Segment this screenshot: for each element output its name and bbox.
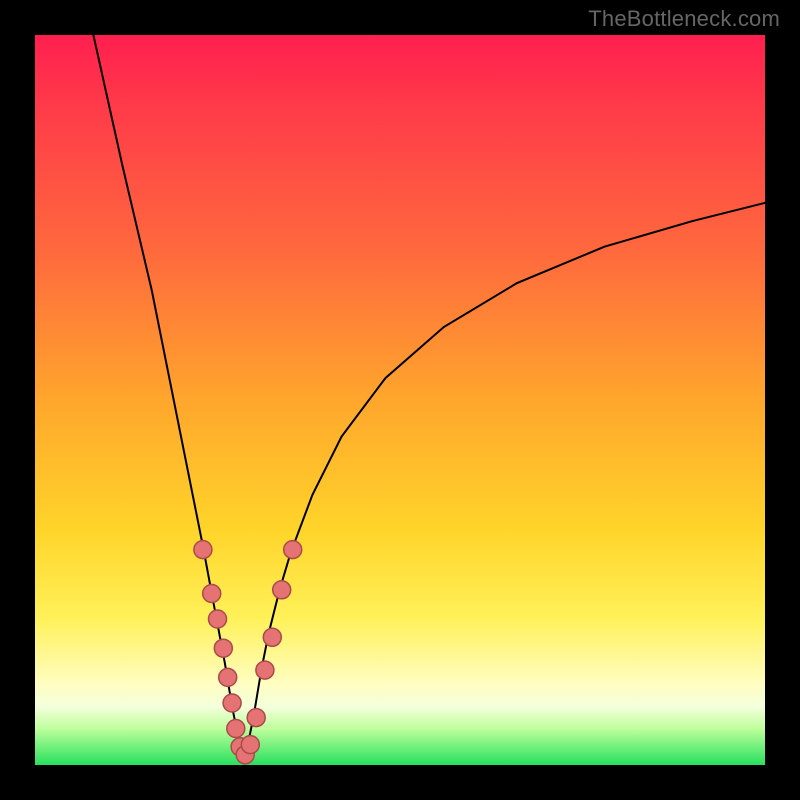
marker-dot <box>284 541 302 559</box>
marker-dot <box>263 628 281 646</box>
marker-dot <box>219 668 237 686</box>
marker-dot <box>273 581 291 599</box>
watermark-text: TheBottleneck.com <box>588 6 780 32</box>
marker-dot <box>209 610 227 628</box>
plot-area <box>35 35 765 765</box>
chart-frame: TheBottleneck.com <box>0 0 800 800</box>
marker-dot <box>227 720 245 738</box>
marker-dot <box>203 585 221 603</box>
marker-dot <box>194 541 212 559</box>
marker-dot <box>214 639 232 657</box>
marker-dot <box>241 736 259 754</box>
curve-svg <box>35 35 765 765</box>
marker-dot <box>256 661 274 679</box>
marker-dot <box>223 694 241 712</box>
bottleneck-curve <box>93 35 765 754</box>
marker-dots-group <box>194 541 302 764</box>
marker-dot <box>247 709 265 727</box>
